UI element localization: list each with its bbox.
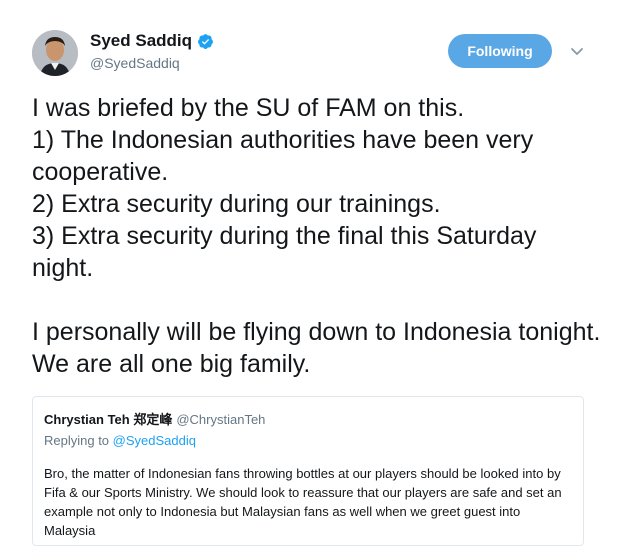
tweet-line: I personally will be flying down to Indo… bbox=[32, 318, 601, 378]
tweet-line: 3) Extra security during the final this … bbox=[32, 222, 537, 282]
quoted-author-handle: @ChrystianTeh bbox=[176, 412, 266, 427]
author-name[interactable]: Syed Saddiq bbox=[90, 31, 192, 51]
replying-to-link[interactable]: @SyedSaddiq bbox=[113, 433, 196, 448]
author-block: Syed Saddiq @SyedSaddiq bbox=[90, 30, 214, 71]
avatar[interactable] bbox=[32, 30, 78, 76]
author-handle[interactable]: @SyedSaddiq bbox=[90, 55, 214, 71]
tweet-line: I was briefed by the SU of FAM on this. bbox=[32, 94, 465, 122]
quoted-tweet-text: Bro, the matter of Indonesian fans throw… bbox=[44, 466, 562, 538]
verified-badge-icon bbox=[197, 33, 214, 50]
tweet-text: I was briefed by the SU of FAM on this. … bbox=[32, 92, 604, 380]
quoted-author-name: Chrystian Teh 郑定峰 bbox=[44, 412, 173, 427]
replying-to: Replying to @SyedSaddiq bbox=[44, 432, 572, 450]
tweet-line: 1) The Indonesian authorities have been … bbox=[32, 126, 534, 186]
following-button[interactable]: Following bbox=[448, 34, 552, 68]
tweet-card: Syed Saddiq @SyedSaddiq Following I was … bbox=[0, 0, 620, 555]
author-name-row: Syed Saddiq bbox=[90, 30, 214, 52]
quoted-author-row: Chrystian Teh 郑定峰 @ChrystianTeh bbox=[44, 411, 572, 429]
tweet-line: 2) Extra security during our trainings. bbox=[32, 190, 441, 218]
quoted-tweet[interactable]: Chrystian Teh 郑定峰 @ChrystianTeh Replying … bbox=[32, 396, 584, 546]
replying-to-label: Replying to bbox=[44, 433, 110, 448]
chevron-down-icon[interactable] bbox=[568, 42, 586, 60]
